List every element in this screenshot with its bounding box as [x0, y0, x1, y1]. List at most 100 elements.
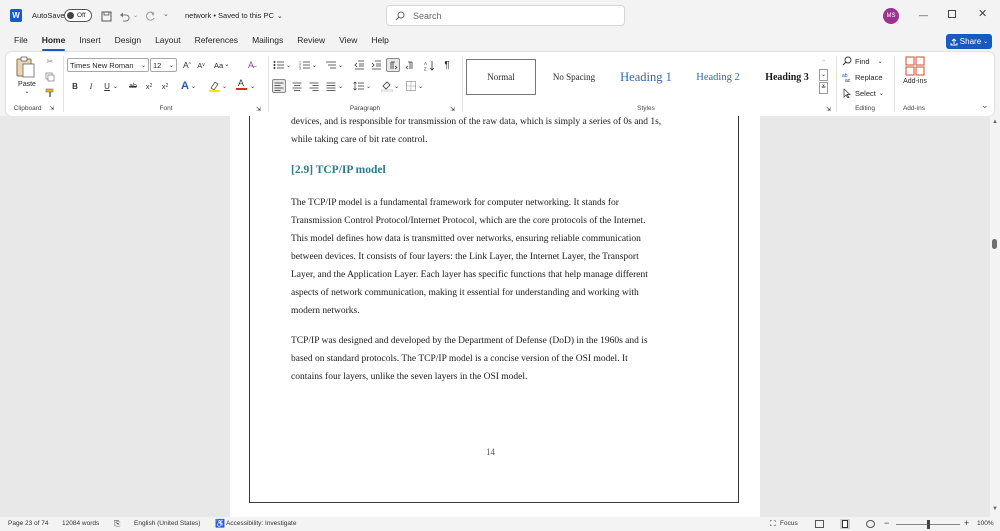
close-icon[interactable]: ✕ — [978, 7, 987, 20]
decrease-indent-icon[interactable] — [352, 58, 366, 72]
font-name-select[interactable]: Times New Roman ⌄ — [67, 58, 149, 72]
font-size-select[interactable]: 12 ⌄ — [150, 58, 177, 72]
cut-icon[interactable]: ✂ — [43, 54, 57, 68]
borders-icon[interactable] — [404, 79, 418, 93]
accessibility-status[interactable]: Accessibility: Investigate — [226, 520, 296, 527]
font-color-icon[interactable]: A — [234, 77, 248, 91]
align-left-icon[interactable] — [272, 79, 286, 93]
shrink-font-icon[interactable]: Av — [194, 58, 208, 72]
bullets-icon[interactable] — [272, 58, 286, 72]
vertical-scrollbar[interactable]: ▲ ▼ — [990, 116, 1000, 517]
web-layout-icon[interactable] — [866, 520, 875, 528]
tab-mailings[interactable]: Mailings — [252, 35, 283, 47]
bullets-chevron-icon[interactable]: ⌄ — [286, 62, 291, 69]
scroll-up-icon[interactable]: ▲ — [992, 119, 998, 125]
undo-dropdown-icon[interactable]: ⌄ — [133, 12, 138, 19]
read-mode-icon[interactable] — [815, 520, 824, 528]
numbering-icon[interactable]: 123 — [298, 58, 312, 72]
ltr-direction-icon[interactable] — [386, 58, 400, 72]
redo-icon[interactable] — [142, 8, 158, 24]
print-layout-icon[interactable] — [840, 519, 850, 529]
numbering-chevron-icon[interactable]: ⌄ — [312, 62, 317, 69]
collapse-ribbon-icon[interactable]: ⌄ — [981, 100, 989, 111]
align-center-icon[interactable] — [290, 79, 304, 93]
tab-help[interactable]: Help — [371, 35, 388, 47]
rtl-direction-icon[interactable] — [403, 58, 417, 72]
section-heading[interactable]: [2.9] TCP/IP model — [291, 164, 386, 176]
increase-indent-icon[interactable] — [369, 58, 383, 72]
tab-file[interactable]: File — [14, 35, 28, 47]
search-box[interactable]: Search — [386, 5, 625, 26]
minimize-icon[interactable]: — — [919, 10, 928, 20]
clipboard-launcher-icon[interactable]: ⇲ — [49, 106, 54, 112]
scroll-down-icon[interactable]: ▼ — [992, 506, 998, 512]
paragraph-previous[interactable]: devices, and is responsible for transmis… — [291, 113, 731, 149]
paste-button[interactable]: Paste ⌄ — [14, 56, 40, 102]
grow-font-icon[interactable]: A ^ — [180, 58, 194, 72]
styles-more-icon[interactable]: ≚ — [819, 82, 828, 94]
paragraph-launcher-icon[interactable]: ⇲ — [450, 106, 455, 113]
language[interactable]: English (United States) — [134, 520, 200, 527]
align-right-icon[interactable] — [307, 79, 321, 93]
multilevel-list-icon[interactable] — [324, 58, 338, 72]
clear-formatting-icon[interactable]: A̶ — [244, 58, 258, 72]
font-launcher-icon[interactable]: ⇲ — [256, 106, 261, 113]
style-heading-3[interactable]: Heading 3 — [754, 59, 820, 95]
tab-view[interactable]: View — [339, 35, 357, 47]
sort-icon[interactable]: AZ — [422, 58, 436, 72]
show-formatting-icon[interactable]: ¶ — [440, 58, 454, 72]
share-button[interactable]: Share ⌄ — [946, 34, 992, 49]
subscript-icon[interactable]: x2 — [142, 79, 156, 93]
zoom-level[interactable]: 100% — [977, 520, 994, 527]
style-no-spacing[interactable]: No Spacing — [538, 59, 610, 95]
underline-chevron-icon[interactable]: ⌄ — [113, 83, 118, 90]
highlight-icon[interactable] — [207, 79, 221, 93]
proofing-icon[interactable]: ⎘ — [114, 519, 120, 529]
tab-review[interactable]: Review — [297, 35, 325, 47]
undo-icon[interactable] — [116, 8, 132, 24]
underline-icon[interactable]: U — [100, 79, 114, 93]
line-spacing-icon[interactable] — [352, 79, 366, 93]
text-effects-icon[interactable]: A — [178, 79, 192, 93]
justify-icon[interactable] — [324, 79, 338, 93]
zoom-in-icon[interactable]: + — [964, 518, 969, 528]
text-effects-chevron-icon[interactable]: ⌄ — [191, 83, 196, 90]
tab-references[interactable]: References — [195, 35, 238, 47]
strikethrough-icon[interactable]: ab — [126, 79, 140, 93]
tab-layout[interactable]: Layout — [155, 35, 181, 47]
save-icon[interactable] — [98, 8, 114, 24]
zoom-out-icon[interactable]: − — [884, 518, 889, 528]
style-normal[interactable]: Normal — [466, 59, 536, 95]
focus-mode[interactable]: Focus — [780, 520, 798, 527]
styles-scroll-down-icon[interactable]: ⌄ — [819, 69, 828, 81]
select-button[interactable]: Select ⌄ — [842, 88, 884, 98]
line-spacing-chevron-icon[interactable]: ⌄ — [366, 83, 371, 90]
word-count[interactable]: 12084 words — [62, 520, 99, 527]
find-button[interactable]: Find ⌄ — [842, 56, 883, 66]
multilevel-chevron-icon[interactable]: ⌄ — [338, 62, 343, 69]
font-color-chevron-icon[interactable]: ⌄ — [250, 83, 255, 90]
style-heading-2[interactable]: Heading 2 — [682, 59, 754, 95]
superscript-icon[interactable]: x2 — [158, 79, 172, 93]
avatar[interactable]: MS — [883, 8, 899, 24]
change-case-button[interactable]: Aa ⌄ — [214, 61, 229, 70]
justify-chevron-icon[interactable]: ⌄ — [338, 83, 343, 90]
document-title[interactable]: network • Saved to this PC ⌄ — [185, 11, 283, 20]
customize-toolbar-icon[interactable]: ⌄ — [163, 10, 169, 18]
styles-scroll-up-icon[interactable]: ⌃ — [821, 58, 826, 68]
autosave-toggle[interactable]: Off — [64, 9, 92, 22]
scrollbar-thumb[interactable] — [992, 239, 997, 249]
paragraph-tcpip-history[interactable]: TCP/IP was designed and developed by the… — [291, 332, 731, 386]
styles-launcher-icon[interactable]: ⇲ — [826, 106, 831, 113]
bold-icon[interactable]: B — [68, 79, 82, 93]
copy-icon[interactable] — [43, 70, 57, 84]
borders-chevron-icon[interactable]: ⌄ — [418, 83, 423, 90]
add-ins-button[interactable]: Add-ins — [900, 56, 930, 85]
replace-button[interactable]: ab ac Replace — [842, 72, 883, 83]
shading-chevron-icon[interactable]: ⌄ — [394, 83, 399, 90]
format-painter-icon[interactable] — [43, 86, 57, 100]
italic-icon[interactable]: I — [84, 79, 98, 93]
paragraph-tcpip-intro[interactable]: The TCP/IP model is a fundamental framew… — [291, 194, 731, 320]
tab-insert[interactable]: Insert — [79, 35, 100, 47]
zoom-slider-thumb[interactable] — [927, 520, 930, 529]
